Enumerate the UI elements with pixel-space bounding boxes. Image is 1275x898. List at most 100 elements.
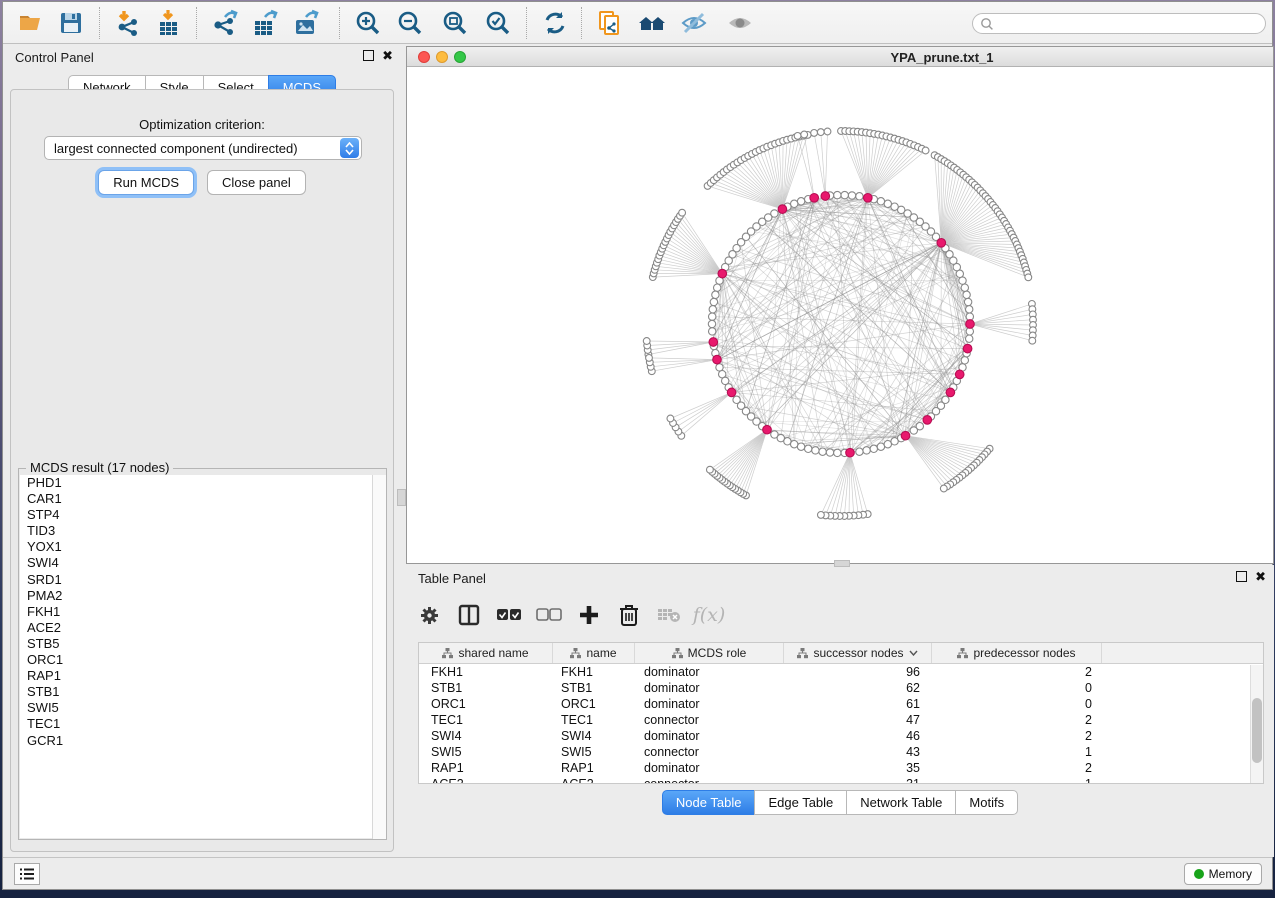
import-network-icon[interactable]	[110, 5, 146, 41]
network-node[interactable]	[819, 448, 826, 455]
close-panel-icon[interactable]: ✖	[382, 50, 393, 61]
search-input[interactable]	[994, 17, 1265, 31]
select-all-icon[interactable]	[496, 602, 522, 628]
show-columns-icon[interactable]	[456, 602, 482, 628]
mcds-list-scrollbar[interactable]	[372, 475, 386, 839]
mcds-result-item[interactable]: PHD1	[20, 475, 385, 491]
mcds-result-item[interactable]: PMA2	[20, 588, 385, 604]
tab-network-table[interactable]: Network Table	[846, 790, 955, 815]
mcds-result-item[interactable]: TID3	[20, 523, 385, 539]
table-scrollbar-thumb[interactable]	[1252, 698, 1262, 763]
network-node[interactable]	[961, 284, 968, 291]
window-close-button[interactable]	[418, 51, 430, 63]
tab-motifs[interactable]: Motifs	[955, 790, 1018, 815]
mcds-result-item[interactable]: SWI4	[20, 555, 385, 571]
mcds-result-item[interactable]: TEC1	[20, 716, 385, 732]
table-row[interactable]: SWI4SWI4dominator462	[419, 728, 1263, 744]
mcds-result-item[interactable]: SRD1	[20, 572, 385, 588]
column-header-name[interactable]: name	[553, 643, 635, 663]
network-node[interactable]	[826, 449, 833, 456]
network-node[interactable]	[710, 298, 717, 305]
mcds-hub-node[interactable]	[727, 388, 736, 397]
network-node[interactable]	[834, 191, 841, 198]
network-node[interactable]	[856, 193, 863, 200]
tab-node-table[interactable]: Node Table	[662, 790, 755, 815]
network-node[interactable]	[709, 313, 716, 320]
network-node[interactable]	[709, 328, 716, 335]
show-all-icon[interactable]	[722, 5, 758, 41]
close-panel-button[interactable]: Close panel	[207, 170, 306, 195]
mcds-hub-node[interactable]	[778, 205, 787, 214]
mcds-hub-node[interactable]	[901, 431, 910, 440]
network-node[interactable]	[877, 198, 884, 205]
save-session-icon[interactable]	[53, 5, 89, 41]
network-node[interactable]	[643, 338, 650, 345]
table-row[interactable]: SWI5SWI5connector431	[419, 744, 1263, 760]
network-node[interactable]	[707, 466, 714, 473]
mcds-hub-node[interactable]	[846, 448, 855, 457]
mcds-result-item[interactable]: YOX1	[20, 539, 385, 555]
network-node[interactable]	[848, 192, 855, 199]
close-panel-icon[interactable]: ✖	[1255, 571, 1266, 582]
search-box[interactable]	[972, 13, 1266, 34]
network-node[interactable]	[966, 306, 973, 313]
network-node[interactable]	[841, 191, 848, 198]
network-node[interactable]	[714, 284, 721, 291]
table-row[interactable]: TEC1TEC1connector472	[419, 712, 1263, 728]
task-history-button[interactable]	[14, 863, 40, 885]
mcds-result-item[interactable]: SWI5	[20, 700, 385, 716]
network-node[interactable]	[963, 291, 970, 298]
table-row[interactable]: FKH1FKH1dominator962	[419, 664, 1263, 680]
float-panel-icon[interactable]	[1236, 571, 1247, 582]
mcds-hub-node[interactable]	[810, 194, 819, 203]
export-table-icon[interactable]	[247, 5, 283, 41]
network-node[interactable]	[818, 512, 825, 519]
memory-button[interactable]: Memory	[1184, 863, 1262, 885]
network-node[interactable]	[1029, 337, 1036, 344]
vertical-splitter-grip[interactable]	[397, 489, 406, 506]
network-node[interactable]	[667, 415, 674, 422]
network-node[interactable]	[961, 357, 968, 364]
network-node[interactable]	[824, 128, 831, 135]
refresh-icon[interactable]	[537, 5, 573, 41]
mcds-hub-node[interactable]	[923, 416, 932, 425]
network-node[interactable]	[817, 129, 824, 136]
mcds-result-list[interactable]: PHD1CAR1STP4TID3YOX1SWI4SRD1PMA2FKH1ACE2…	[20, 475, 385, 838]
network-node[interactable]	[709, 306, 716, 313]
network-node[interactable]	[712, 291, 719, 298]
zoom-fit-icon[interactable]	[437, 5, 473, 41]
network-node[interactable]	[966, 335, 973, 342]
zoom-out-icon[interactable]	[392, 5, 428, 41]
horizontal-splitter-grip[interactable]	[834, 560, 850, 567]
network-node[interactable]	[797, 198, 804, 205]
import-table-icon[interactable]	[151, 5, 187, 41]
mcds-result-item[interactable]: STB1	[20, 684, 385, 700]
new-network-from-selection-icon[interactable]	[592, 5, 628, 41]
mcds-result-item[interactable]: GCR1	[20, 733, 385, 749]
mcds-result-item[interactable]: ACE2	[20, 620, 385, 636]
float-panel-icon[interactable]	[363, 50, 374, 61]
network-node[interactable]	[877, 443, 884, 450]
deselect-all-icon[interactable]	[536, 602, 562, 628]
mcds-hub-node[interactable]	[718, 269, 727, 278]
network-node[interactable]	[834, 449, 841, 456]
network-canvas[interactable]	[407, 67, 1273, 563]
network-node[interactable]	[884, 200, 891, 207]
export-network-icon[interactable]	[207, 5, 243, 41]
mcds-result-item[interactable]: STP4	[20, 507, 385, 523]
mcds-result-item[interactable]: FKH1	[20, 604, 385, 620]
network-node[interactable]	[791, 441, 798, 448]
network-node[interactable]	[708, 320, 715, 327]
open-file-icon[interactable]	[13, 5, 49, 41]
column-header-predecessor-nodes[interactable]: predecessor nodes	[932, 643, 1102, 663]
network-node[interactable]	[811, 130, 818, 137]
zoom-in-icon[interactable]	[350, 5, 386, 41]
network-node[interactable]	[1025, 274, 1032, 281]
mcds-hub-node[interactable]	[955, 370, 964, 379]
mcds-hub-node[interactable]	[937, 239, 946, 248]
network-node[interactable]	[646, 355, 653, 362]
column-header-shared-name[interactable]: shared name	[419, 643, 553, 663]
network-node[interactable]	[916, 423, 923, 430]
network-node[interactable]	[856, 448, 863, 455]
mcds-hub-node[interactable]	[709, 338, 718, 347]
